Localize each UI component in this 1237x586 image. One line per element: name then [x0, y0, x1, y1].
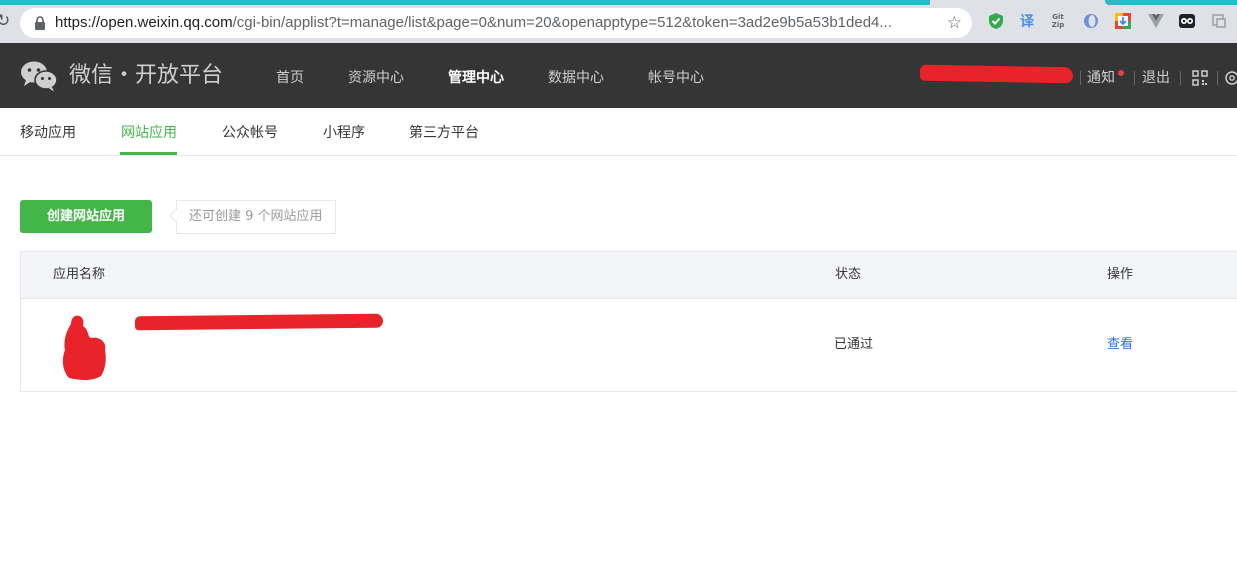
bookmark-star-icon[interactable]: ☆ [947, 13, 962, 33]
owl-icon[interactable] [1178, 12, 1196, 30]
header-divider [1080, 71, 1081, 85]
tab-mini-programs[interactable]: 小程序 [323, 124, 365, 142]
site-header: 微信・开放平台 首页 资源中心 管理中心 数据中心 帐号中心 通知 退出 [0, 43, 1237, 108]
reload-icon[interactable]: ↻ [0, 13, 10, 30]
app-list-table: 应用名称 状态 操作 已通过 查看 [20, 251, 1237, 392]
vue-icon[interactable] [1147, 12, 1165, 30]
redacted-app-name [134, 313, 384, 331]
tab-third-party-platform[interactable]: 第三方平台 [409, 124, 479, 142]
url-text: https://open.weixin.qq.com/cgi-bin/appli… [55, 15, 892, 31]
column-app-name: 应用名称 [53, 267, 106, 282]
header-divider [1217, 71, 1218, 85]
column-actions: 操作 [1107, 267, 1134, 282]
header-divider [1134, 71, 1135, 85]
notice-link[interactable]: 通知 [1087, 69, 1115, 87]
lock-icon [35, 16, 45, 30]
remaining-quota-tip: 还可创建 9 个网站应用 [176, 200, 336, 234]
nav-home[interactable]: 首页 [276, 69, 304, 87]
nav-management-center[interactable]: 管理中心 [448, 69, 504, 87]
nav-resource-center[interactable]: 资源中心 [348, 69, 404, 87]
redacted-username [919, 64, 1074, 84]
redacted-app-icon [62, 315, 106, 380]
browser-toolbar: ↻ https://open.weixin.qq.com/cgi-bin/app… [0, 0, 1237, 44]
tab-website-apps[interactable]: 网站应用 [121, 124, 177, 142]
platform-title[interactable]: 微信・开放平台 [69, 63, 223, 89]
capture-icon[interactable] [1210, 12, 1228, 30]
url-host: https://open.weixin.qq.com [55, 14, 233, 31]
download-icon[interactable] [1114, 12, 1132, 30]
reader-icon[interactable] [1082, 12, 1100, 30]
browser-tab-strip [0, 0, 930, 5]
address-bar[interactable]: https://open.weixin.qq.com/cgi-bin/appli… [20, 8, 972, 38]
url-path: /cgi-bin/applist?t=manage/list&page=0&nu… [232, 14, 892, 31]
nav-data-center[interactable]: 数据中心 [548, 69, 604, 87]
translate-icon[interactable]: 译 [1018, 12, 1036, 30]
gitzip-glyph: Git Zip [1051, 13, 1065, 29]
table-header: 应用名称 状态 操作 [21, 252, 1237, 299]
header-divider [1180, 71, 1181, 85]
translate-glyph: 译 [1020, 14, 1034, 30]
tab-official-accounts[interactable]: 公众帐号 [222, 124, 278, 142]
notice-badge-dot [1118, 70, 1124, 76]
top-nav: 首页 资源中心 管理中心 数据中心 帐号中心 [276, 69, 704, 87]
logout-link[interactable]: 退出 [1142, 69, 1170, 87]
tab-mobile-apps[interactable]: 移动应用 [20, 124, 76, 142]
browser-tab-strip-right [1105, 0, 1237, 5]
app-status: 已通过 [834, 337, 874, 352]
shield-check-icon[interactable] [987, 12, 1005, 30]
gitzip-icon[interactable]: Git Zip [1049, 12, 1067, 30]
qrcode-icon[interactable] [1192, 70, 1208, 86]
app-type-tabs: 移动应用 网站应用 公众帐号 小程序 第三方平台 [0, 108, 1237, 156]
column-status: 状态 [835, 267, 862, 282]
active-tab-indicator [120, 152, 177, 155]
wechat-logo-icon[interactable] [20, 60, 58, 92]
nav-account-center[interactable]: 帐号中心 [648, 69, 704, 87]
create-website-app-button[interactable]: 创建网站应用 [20, 200, 152, 233]
at-sign-icon[interactable] [1224, 70, 1237, 86]
view-app-link[interactable]: 查看 [1107, 337, 1133, 353]
